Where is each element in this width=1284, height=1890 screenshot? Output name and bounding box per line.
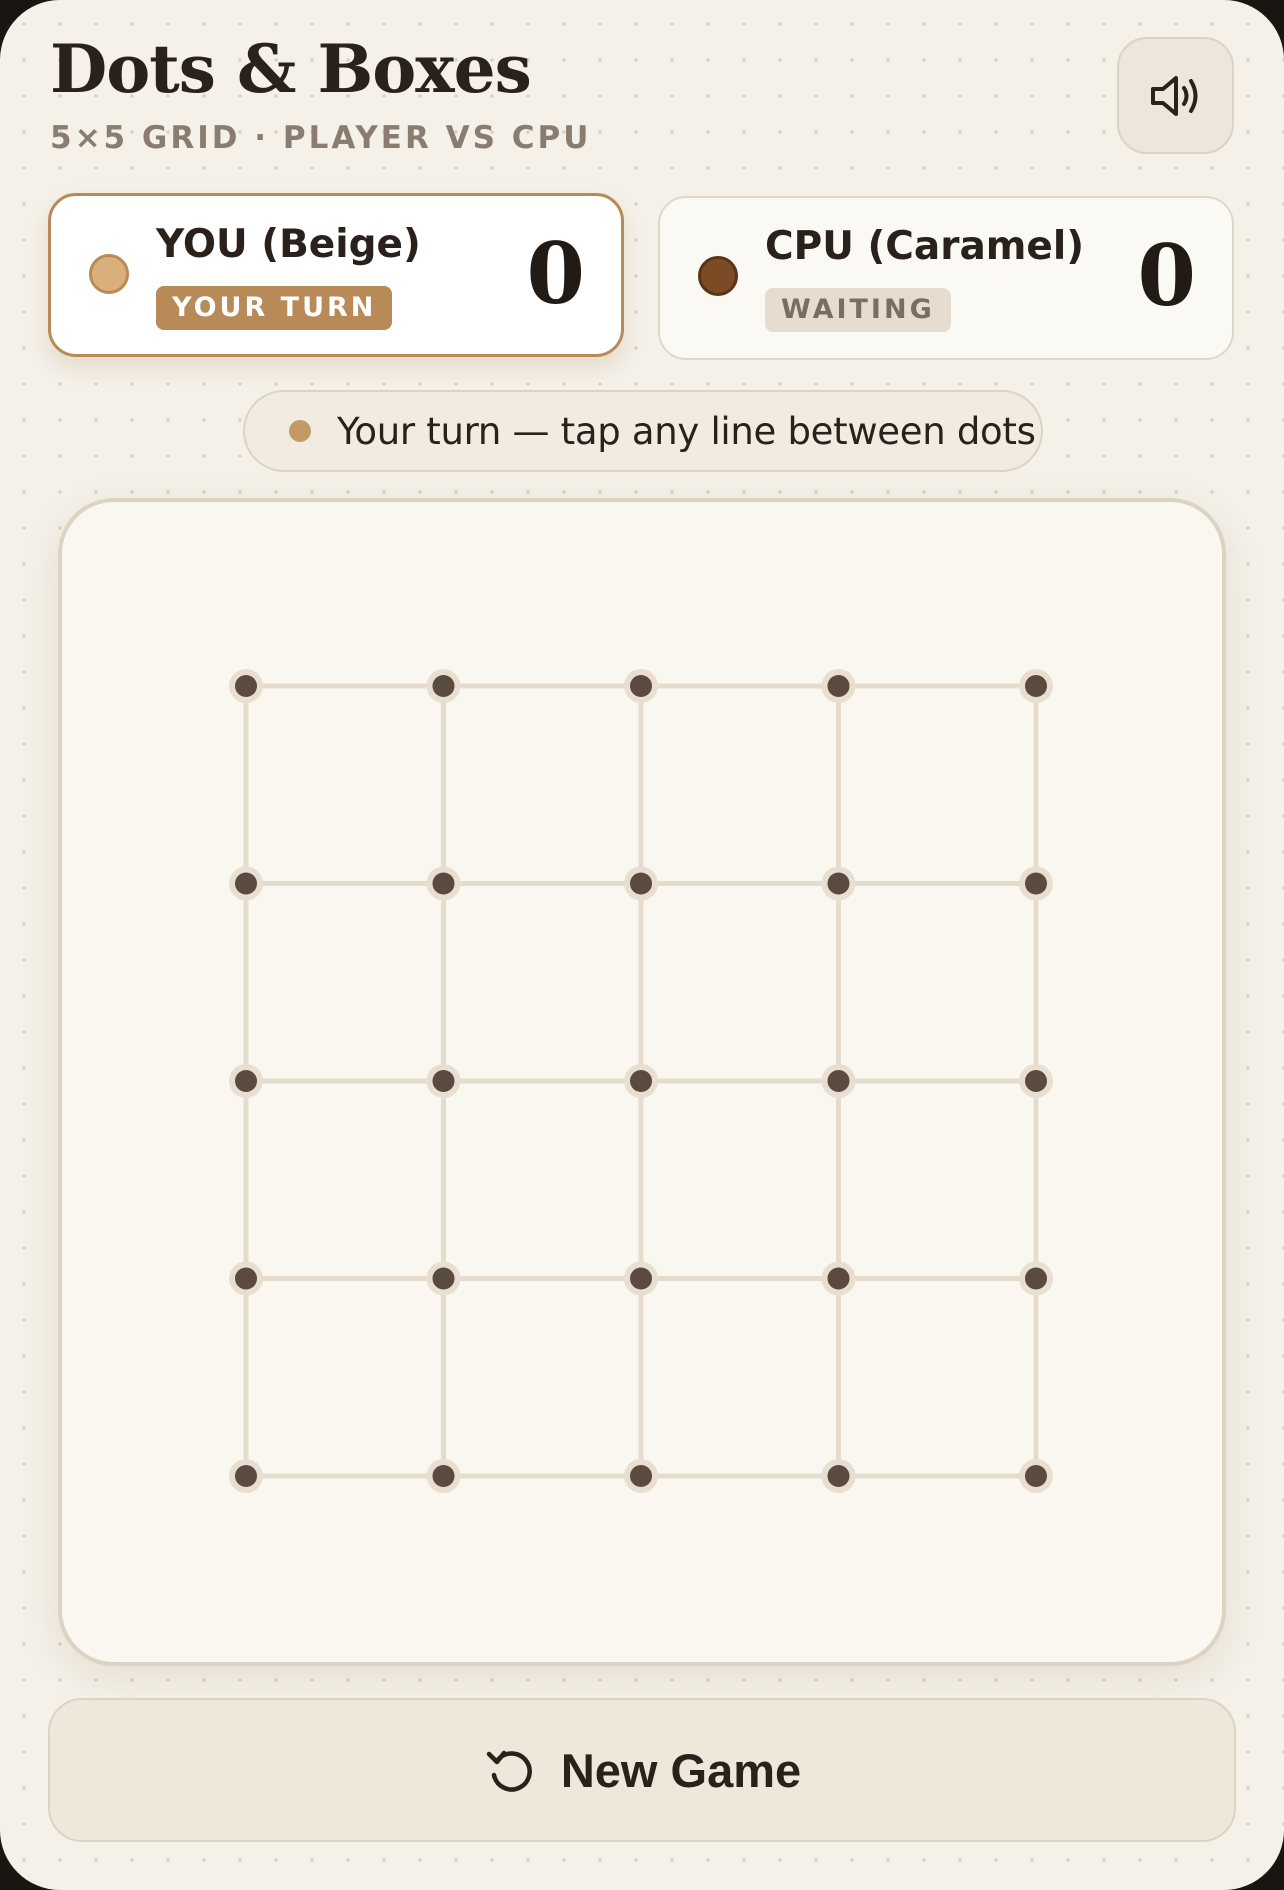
sound-toggle-button[interactable]: [1117, 37, 1234, 154]
player-you-color-chip: [89, 254, 129, 294]
board-dot-4-1: [432, 1465, 455, 1487]
board-dot-2-3: [827, 1070, 850, 1092]
board-dot-3-1: [432, 1267, 455, 1290]
board-dot-0-0: [235, 675, 257, 697]
board-dot-0-3: [827, 675, 850, 697]
board-dot-1-2: [630, 872, 652, 895]
new-game-label: New Game: [560, 1743, 802, 1797]
board-dot-4-0: [235, 1465, 257, 1487]
player-card-cpu: CPU (Caramel) WAITING 0: [658, 196, 1234, 360]
status-dot-icon: [289, 420, 311, 442]
board-grid: [229, 669, 1053, 1493]
board-dot-2-0: [235, 1070, 257, 1092]
player-you-turn-badge: YOUR TURN: [156, 286, 393, 330]
board-dot-0-2: [630, 675, 652, 697]
board-dot-0-1: [432, 675, 455, 697]
board-dot-3-4: [1025, 1267, 1047, 1290]
turn-status-text: Your turn — tap any line between dots: [337, 409, 1036, 453]
board-dot-3-2: [630, 1267, 652, 1290]
new-game-button[interactable]: New Game: [48, 1698, 1236, 1842]
board-dot-3-0: [235, 1267, 257, 1290]
board-dot-2-1: [432, 1070, 455, 1092]
player-cpu-name: CPU (Caramel): [765, 224, 1085, 269]
board-dot-4-2: [630, 1465, 652, 1487]
board-dot-1-1: [432, 872, 455, 895]
page-subtitle: 5×5 GRID · PLAYER VS CPU: [50, 120, 592, 156]
player-cpu-score: 0: [1137, 226, 1196, 325]
player-cpu-status-badge: WAITING: [765, 288, 951, 332]
board-dot-4-3: [827, 1465, 850, 1487]
board-dot-1-3: [827, 872, 850, 895]
speaker-icon: [1150, 75, 1197, 116]
restart-icon: [486, 1750, 532, 1792]
board-dot-3-3: [827, 1267, 850, 1290]
turn-status-pill: Your turn — tap any line between dots: [243, 390, 1043, 472]
board-dot-2-2: [630, 1070, 652, 1092]
app-frame: Dots & Boxes 5×5 GRID · PLAYER VS CPU YO…: [0, 0, 1284, 1890]
board-dot-1-4: [1025, 872, 1047, 895]
player-cpu-color-chip: [698, 256, 738, 296]
board-dot-4-4: [1025, 1465, 1047, 1487]
player-you-score: 0: [526, 224, 585, 323]
board-dot-2-4: [1025, 1070, 1047, 1092]
player-you-name: YOU (Beige): [156, 222, 421, 267]
game-board: [58, 498, 1226, 1666]
board-dot-0-4: [1025, 675, 1047, 697]
board-dot-1-0: [235, 872, 257, 895]
player-card-you: YOU (Beige) YOUR TURN 0: [48, 193, 624, 357]
page-title: Dots & Boxes: [50, 30, 532, 108]
